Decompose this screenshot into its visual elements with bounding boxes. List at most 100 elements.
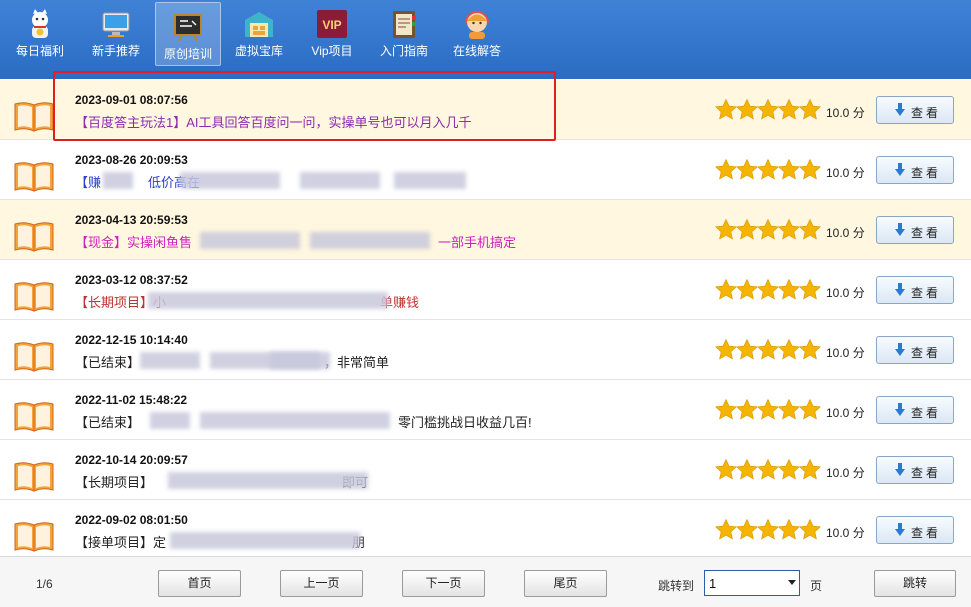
item-score: 10.0 分 [826,526,865,540]
nav-item-6[interactable]: 在线解答 [445,0,509,66]
item-title-link[interactable]: 【百度答主玩法1】AI工具回答百度问一问，实操单号也可以月入几千 [75,112,472,131]
top-navigation: 每日福利 新手推荐 原创培训 虚拟宝库 VIP Vip项目 入门指南 在线解答 [0,0,971,79]
blackboard-icon [156,11,220,43]
open-book-icon [13,280,55,312]
item-title-link[interactable]: 【已结束】 [75,352,140,371]
redacted-text [140,352,200,369]
star-icon [798,158,822,182]
redacted-text [168,472,368,489]
list-item: 2022-09-02 08:01:50【接单项目】定朋10.0 分查看 [0,500,971,556]
rating-stars [714,518,821,542]
rating-stars [714,458,821,482]
page-select[interactable]: 1 [704,570,800,596]
star-icon [798,98,822,122]
nav-item-label: Vip项目 [311,44,353,58]
redacted-text [170,532,360,549]
redacted-text [150,412,190,429]
item-title-tail[interactable]: 一部手机搞定 [438,232,516,251]
view-button[interactable]: 查看 [876,276,954,304]
view-button[interactable]: 查看 [876,216,954,244]
nav-item-label: 每日福利 [15,44,64,58]
redacted-text [103,172,133,189]
prev-page-button[interactable]: 上一页 [280,570,363,597]
view-button-label: 查看 [911,166,942,180]
nav-item-0[interactable]: 每日福利 [8,0,72,66]
item-date: 2023-08-26 20:09:53 [75,153,188,167]
item-score: 10.0 分 [826,226,865,240]
book-guide-icon [372,8,436,40]
redacted-text [310,232,430,249]
view-button[interactable]: 查看 [876,336,954,364]
list-item: 2022-11-02 15:48:22 【已结束】 零门槛挑战日收益几百! 10.0 … [0,380,971,440]
item-score: 10.0 分 [826,106,865,120]
lucky-cat-icon [8,8,72,40]
nav-item-2[interactable]: 原创培训 [155,2,221,66]
nav-item-5[interactable]: 入门指南 [372,0,436,66]
open-book-icon [13,340,55,372]
item-score: 10.0 分 [826,346,865,360]
item-score: 10.0 分 [826,406,865,420]
jump-button[interactable]: 跳转 [874,570,956,597]
view-button[interactable]: 查看 [876,396,954,424]
item-title-link[interactable]: 【现金】实操闲鱼售 [75,232,192,251]
item-title-tail[interactable]: 零门槛挑战日收益几百! [398,412,532,431]
view-button-label: 查看 [911,346,942,360]
warehouse-icon [227,8,291,40]
item-title-link[interactable]: 【长期项目】 [75,472,153,491]
item-score: 10.0 分 [826,166,865,180]
item-title-link[interactable]: 【接单项目】定 [75,532,166,551]
item-date: 2022-12-15 10:14:40 [75,333,188,347]
item-title-link[interactable]: 【赚 [75,172,101,191]
item-date: 2023-04-13 20:59:53 [75,213,188,227]
redacted-text [180,172,280,189]
view-button-label: 查看 [911,526,942,540]
nav-item-1[interactable]: 新手推荐 [84,0,148,66]
jump-label: 跳转到 [658,579,695,593]
monitor-icon [84,8,148,40]
nav-item-label: 在线解答 [452,44,501,58]
item-score: 10.0 分 [826,286,865,300]
view-button[interactable]: 查看 [876,516,954,544]
page-select-value: 1 [709,576,717,591]
page-unit-label: 页 [810,579,823,593]
pagination-bar: 1/6 首页 上一页 下一页 尾页 跳转到 1 页 跳转 [0,556,971,607]
chevron-down-icon [788,580,796,585]
view-button-label: 查看 [911,286,942,300]
item-date: 2022-10-14 20:09:57 [75,453,188,467]
last-page-button[interactable]: 尾页 [524,570,607,597]
redacted-text [200,412,390,429]
item-date: 2023-09-01 08:07:56 [75,93,188,107]
rating-stars [714,338,822,362]
item-score: 10.0 分 [826,466,865,480]
open-book-icon [13,400,55,432]
view-button[interactable]: 查看 [876,96,954,124]
star-icon [798,218,822,242]
view-button-label: 查看 [911,106,942,120]
first-page-button[interactable]: 首页 [158,570,241,597]
nav-item-4[interactable]: VIP Vip项目 [300,0,364,66]
nav-item-3[interactable]: 虚拟宝库 [227,0,291,66]
item-title-link[interactable]: 【已结束】 [75,412,140,431]
svg-text:VIP: VIP [322,18,341,32]
view-button[interactable]: 查看 [876,156,954,184]
redacted-text [200,232,300,249]
course-list: 2023-09-01 08:07:56 【百度答主玩法1】AI工具回答百度问一问，… [0,80,971,556]
item-title-tail[interactable]: ，非常简单 [324,352,389,371]
list-item: 2023-08-26 20:09:53 【赚 低价高在 10.0 分查看 [0,140,971,200]
open-book-icon [13,100,55,132]
open-book-icon [13,460,55,492]
rating-stars [714,398,821,422]
view-button[interactable]: 查看 [876,456,954,484]
support-avatar-icon [445,8,509,40]
item-date: 2022-09-02 08:01:50 [75,513,188,527]
star-icon [798,338,822,362]
redacted-text [300,172,380,189]
list-item: 2023-04-13 20:59:53 【现金】实操闲鱼售 一部手机搞定 10.0 分… [0,200,971,260]
list-item: 2022-12-15 10:14:40 【已结束】 ，非常简单 10.0 分 查看 [0,320,971,380]
page-indicator: 1/6 [36,577,53,591]
view-button-label: 查看 [911,466,942,480]
nav-item-label: 原创培训 [163,47,212,61]
next-page-button[interactable]: 下一页 [402,570,485,597]
item-date: 2022-11-02 15:48:22 [75,393,188,407]
redacted-text [148,292,388,309]
